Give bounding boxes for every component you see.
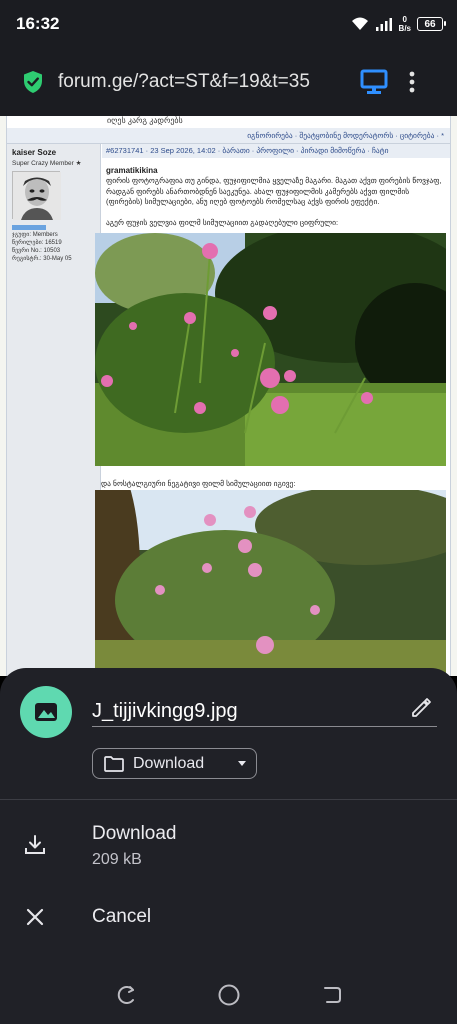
quote-text: ფირის ფოტოგრაფია თუ გინდა, ფუჯიფილმია ყვ…	[106, 176, 442, 206]
recents-button[interactable]	[106, 975, 146, 1015]
author-posts: წერილები: 16519	[12, 240, 62, 246]
status-bar: 16:32 0 B/s 66	[0, 0, 457, 48]
folder-label: Download	[133, 754, 205, 772]
cancel-option[interactable]: Cancel	[0, 893, 457, 943]
close-icon	[26, 908, 44, 926]
net-speed-value: 0	[402, 15, 407, 24]
home-circle-icon	[218, 984, 239, 1006]
home-button[interactable]	[209, 975, 249, 1015]
photo-caption-2: და ნოსტალგიური ნეგატივი ფილმ სიმულაციით …	[101, 479, 296, 488]
back-icon	[323, 987, 341, 1003]
author-group: ჯგუფი: Members	[12, 232, 58, 238]
desktop-site-button[interactable]	[358, 66, 390, 98]
flower-photo-1[interactable]	[95, 233, 446, 466]
status-time: 16:32	[16, 14, 60, 33]
battery-level: 66	[424, 18, 436, 30]
download-size: 209 kB	[92, 851, 142, 868]
author-registered: რეგისტრ.: 30-May 05	[12, 256, 72, 262]
chevron-down-icon	[238, 761, 246, 766]
quote-author: gramatikikina	[106, 166, 158, 175]
cancel-label: Cancel	[92, 906, 152, 927]
net-speed-unit: B/s	[398, 24, 411, 33]
download-icon	[25, 835, 45, 854]
sheet-divider	[0, 799, 457, 800]
signal-icon	[375, 18, 392, 31]
url-field[interactable]: forum.ge/?act=ST&f=19&t=35	[58, 71, 348, 93]
file-row: J_tijjivkingg9.jpg	[20, 686, 440, 738]
web-page: იღეს კარგ კადრებს იგნორირება · შეატყობინ…	[0, 116, 457, 676]
back-button[interactable]	[312, 975, 352, 1015]
avatar	[12, 171, 61, 220]
post-actions[interactable]: იგნორირება · შეატყობინე მოდერატორს · ციტ…	[7, 128, 450, 144]
desktop-site-icon	[360, 69, 388, 94]
shield-check-icon[interactable]	[22, 70, 44, 94]
post-header[interactable]: #62731741 · 23 Sep 2026, 14:02 · ბარათი …	[102, 144, 450, 158]
photo-caption-1: აგერ ფუჯის ველვია ფილმ სიმულაციით გადაღე…	[106, 217, 339, 227]
recents-icon	[117, 986, 134, 1004]
post-body: gramatikikina ფირის ფოტოგრაფია თუ გინდა,…	[102, 160, 450, 227]
pencil-icon[interactable]	[410, 696, 432, 718]
system-nav-bar	[0, 966, 457, 1024]
reputation-bar	[12, 225, 46, 230]
folder-dropdown[interactable]: Download	[92, 748, 257, 779]
overflow-menu-button[interactable]	[400, 66, 424, 98]
author-rank: Super Crazy Member ★	[12, 160, 82, 167]
more-vert-icon	[409, 71, 415, 93]
flower-photo-2[interactable]	[95, 490, 446, 676]
folder-icon	[104, 755, 124, 772]
wifi-icon	[351, 17, 368, 30]
author-name[interactable]: kaiser Soze	[12, 148, 95, 157]
image-icon	[20, 686, 72, 738]
address-bar: forum.ge/?act=ST&f=19&t=35	[0, 48, 457, 116]
previous-post-snippet: იღეს კარგ კადრებს	[107, 116, 183, 125]
status-icons: 0 B/s 66	[351, 15, 446, 33]
download-option[interactable]: Download 209 kB	[0, 815, 457, 877]
net-speed: 0 B/s	[399, 15, 411, 33]
file-name-field[interactable]: J_tijjivkingg9.jpg	[92, 700, 238, 723]
download-label: Download	[92, 823, 177, 844]
author-member-no: წევრი No.: 10503	[12, 248, 61, 254]
battery-icon: 66	[417, 17, 446, 31]
file-name-underline	[92, 726, 437, 727]
author-sidebar: kaiser Soze Super Crazy Member ★ ჯგუფი: …	[7, 144, 101, 676]
